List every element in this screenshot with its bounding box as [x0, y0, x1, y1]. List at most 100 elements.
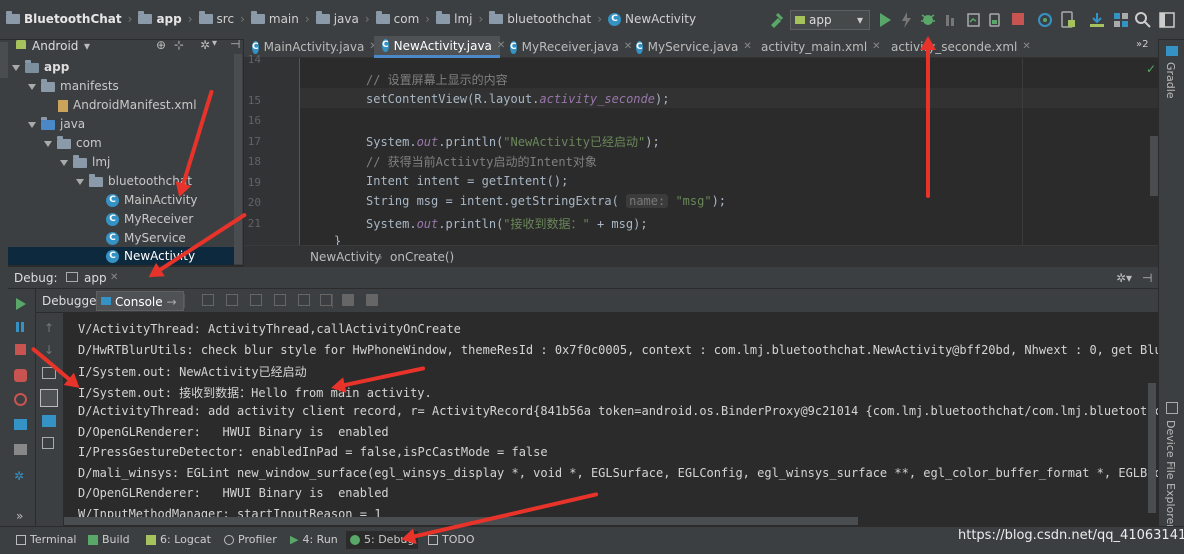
code-editor[interactable]: // 设置屏幕上显示的内容 setContentView(R.layout.ac…	[300, 58, 1158, 245]
apply-changes-icon[interactable]	[900, 12, 912, 28]
chevron-down-icon[interactable]: ▾	[84, 40, 90, 53]
tree-item-manifests[interactable]: manifests	[28, 77, 119, 96]
rerun-icon[interactable]	[14, 369, 27, 382]
arrow-up-icon[interactable]: ↑	[44, 321, 54, 335]
gear-icon[interactable]: ✲▾	[1116, 267, 1132, 289]
force-step-into-icon[interactable]	[274, 294, 286, 306]
stop-icon[interactable]	[15, 344, 26, 355]
show-execution-point-icon[interactable]	[202, 294, 214, 306]
project-view-selector[interactable]: Android	[32, 40, 78, 53]
terminal-tool-button[interactable]: Terminal	[16, 531, 77, 549]
breadcrumb-project[interactable]: BluetoothChat	[24, 12, 122, 26]
close-icon[interactable]: ✕	[1022, 36, 1030, 58]
tree-item-myservice[interactable]: C MyService	[106, 229, 186, 248]
tree-item-myreceiver[interactable]: C MyReceiver	[106, 210, 193, 229]
run-icon[interactable]	[878, 12, 892, 28]
resume-icon[interactable]	[14, 297, 28, 311]
code-line[interactable]: // 获得当前Actiivty启动的Intent对象	[366, 153, 597, 170]
project-tool-button[interactable]	[0, 42, 8, 78]
sync-icon[interactable]: ⊕	[156, 40, 166, 52]
expand-arrow-icon[interactable]	[12, 64, 20, 71]
expand-arrow-icon[interactable]	[28, 83, 36, 90]
attach-debugger-icon[interactable]	[944, 12, 958, 28]
tree-item-newactivity[interactable]: C NewActivity	[8, 247, 234, 265]
code-line[interactable]: String msg = intent.getStringExtra( name…	[366, 194, 726, 208]
build-tool-button[interactable]: Build	[88, 531, 130, 549]
device-file-explorer-tool-button[interactable]: Device File Explorer	[1164, 420, 1177, 529]
camera-icon[interactable]	[14, 419, 27, 430]
code-line[interactable]: System.out.println("NewActivity已经启动");	[366, 133, 660, 150]
run-tool-button[interactable]: ▶ 4: Run	[290, 531, 338, 549]
step-into-icon[interactable]	[250, 294, 262, 306]
tab-myservice[interactable]: C MyService.java ✕	[628, 36, 752, 58]
project-scrollbar[interactable]	[234, 54, 242, 264]
profiler-tool-button[interactable]: Profiler	[224, 531, 277, 549]
tree-item-lmj[interactable]: lmj	[60, 153, 110, 172]
code-line[interactable]: // 设置屏幕上显示的内容	[366, 71, 508, 88]
tab-myreceiver[interactable]: C MyReceiver.java ✕	[502, 36, 632, 58]
tree-item-app[interactable]: app	[12, 58, 69, 77]
expand-arrow-icon[interactable]	[60, 159, 68, 166]
search-icon[interactable]	[1134, 11, 1152, 29]
avd-manager-icon[interactable]	[1060, 11, 1076, 29]
step-out-icon[interactable]	[298, 294, 310, 306]
code-line[interactable]: Intent intent = getIntent();	[366, 174, 568, 188]
logcat-tool-button[interactable]: 6: Logcat	[146, 531, 211, 549]
editor-breadcrumb-method[interactable]: onCreate()	[390, 246, 454, 268]
arrow-down-icon[interactable]: ↓	[44, 343, 54, 357]
more-icon[interactable]: »	[16, 509, 23, 523]
breadcrumb-com[interactable]: com	[394, 12, 420, 26]
profile-icon[interactable]	[988, 12, 1002, 28]
mute-breakpoints-icon[interactable]	[14, 393, 27, 406]
drop-frame-icon[interactable]	[320, 294, 332, 306]
breadcrumb-java[interactable]: java	[334, 12, 359, 26]
panel-layout-icon[interactable]	[1158, 11, 1176, 29]
tab-activity-seconde-xml[interactable]: activity_seconde.xml ✕	[878, 36, 1031, 58]
pause-icon[interactable]	[16, 322, 19, 332]
hide-panel-icon[interactable]: ⊣	[230, 40, 240, 51]
tab-mainactivity[interactable]: C MainActivity.java ✕	[244, 36, 378, 58]
breadcrumb-main[interactable]: main	[269, 12, 299, 26]
code-line[interactable]: }	[334, 234, 341, 245]
tabs-overflow[interactable]: »2	[1136, 39, 1148, 50]
tree-item-androidmanifest[interactable]: AndroidManifest.xml	[58, 96, 197, 115]
project-structure-icon[interactable]	[1112, 11, 1130, 29]
breadcrumb-newactivity[interactable]: NewActivity	[625, 12, 696, 26]
tab-newactivity[interactable]: C NewActivity.java ✕	[374, 36, 505, 58]
gradle-tool-button[interactable]: Gradle	[1164, 62, 1177, 99]
chevron-down-icon[interactable]: ▾	[212, 40, 217, 49]
editor-breadcrumb-class[interactable]: NewActivity	[310, 246, 381, 268]
print-icon[interactable]	[42, 415, 56, 427]
scroll-to-end-icon[interactable]	[40, 389, 58, 407]
close-icon[interactable]: ✕	[110, 267, 118, 289]
expand-arrow-icon[interactable]	[44, 140, 52, 147]
console-output[interactable]: V/ActivityThread: ActivityThread,callAct…	[64, 313, 1158, 526]
code-line[interactable]: setContentView(R.layout.activity_seconde…	[366, 92, 669, 106]
console-vertical-scrollbar[interactable]	[1148, 383, 1156, 513]
breadcrumb-module[interactable]: app	[156, 12, 181, 26]
expand-arrow-icon[interactable]	[28, 121, 36, 128]
breadcrumb-lmj[interactable]: lmj	[454, 12, 472, 26]
breadcrumb-bluetoothchat[interactable]: bluetoothchat	[507, 12, 591, 26]
evaluate-icon[interactable]	[342, 294, 354, 306]
tab-activity-main-xml[interactable]: activity_main.xml ✕	[748, 36, 881, 58]
sdk-manager-icon[interactable]	[1088, 11, 1106, 29]
run-configuration-select[interactable]: app ▾	[790, 10, 870, 30]
table-icon[interactable]	[366, 294, 378, 306]
editor-scrollbar[interactable]	[1150, 136, 1158, 196]
stop-icon[interactable]	[1012, 13, 1024, 25]
coverage-icon[interactable]	[966, 12, 982, 28]
tree-item-com[interactable]: com	[44, 134, 102, 153]
gear-icon[interactable]: ✲	[14, 469, 24, 483]
debug-config-tab[interactable]: app	[84, 267, 107, 289]
make-project-icon[interactable]	[768, 12, 784, 28]
debug-icon[interactable]	[920, 11, 936, 27]
clear-all-icon[interactable]	[42, 437, 54, 449]
expand-arrow-icon[interactable]	[76, 178, 84, 185]
tree-item-java[interactable]: java	[28, 115, 85, 134]
layout-icon[interactable]	[14, 444, 27, 455]
sync-gradle-icon[interactable]	[1036, 11, 1054, 29]
code-line[interactable]: System.out.println("接收到数据：" + msg);	[366, 215, 648, 232]
breadcrumb-src[interactable]: src	[217, 12, 235, 26]
collapse-icon[interactable]: ⊹	[174, 40, 184, 52]
